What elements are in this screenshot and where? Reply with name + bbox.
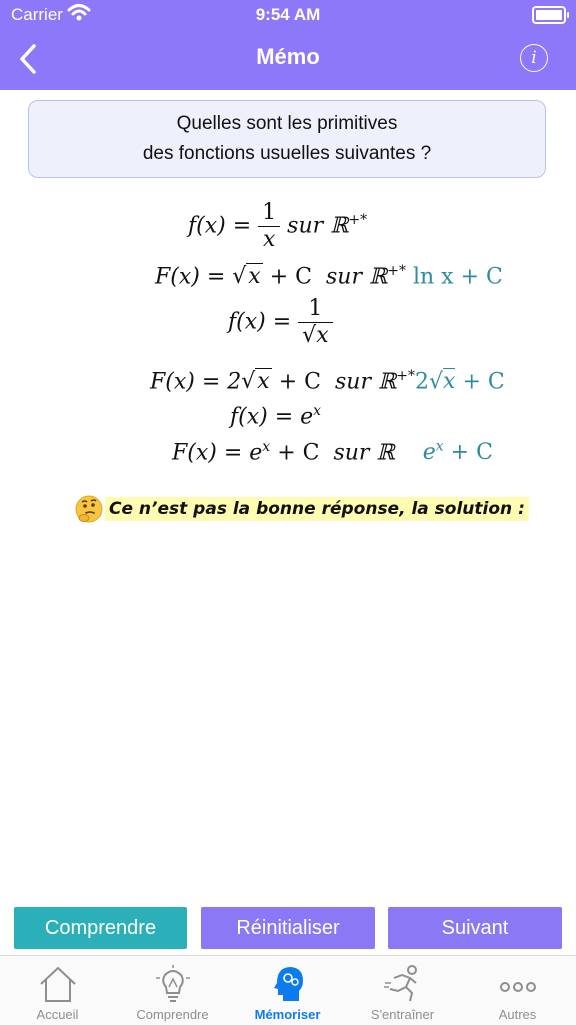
answer-F1: ln x + C xyxy=(412,264,503,290)
formula-F1-domain: sur ℝ xyxy=(325,264,388,290)
fraction-numerator: 1 xyxy=(262,200,277,225)
fraction: 1 x xyxy=(258,200,281,253)
formula-F3-lhs: F(x) = e xyxy=(172,440,263,466)
feedback-text: Ce n’est pas la bonne réponse, la soluti… xyxy=(105,497,529,521)
info-icon[interactable]: i xyxy=(520,44,548,72)
tab-accueil[interactable]: Accueil xyxy=(0,956,115,1025)
status-bar: Carrier 9:54 AM xyxy=(0,0,576,30)
comprendre-button[interactable]: Comprendre xyxy=(14,907,187,949)
sqrt-radicand: x xyxy=(255,368,272,395)
formula-f1-sup: +* xyxy=(348,212,368,229)
answer-F2: 2√x + C xyxy=(414,368,505,395)
fraction: 1 √x xyxy=(298,296,333,349)
formula-f3: f(x) = ex xyxy=(230,403,321,429)
tab-label: Accueil xyxy=(36,1007,79,1022)
tab-memoriser[interactable]: Mémoriser xyxy=(230,956,345,1025)
tab-comprendre[interactable]: Comprendre xyxy=(115,956,230,1025)
runner-icon xyxy=(384,965,417,1002)
answer-F3-sup: x xyxy=(435,439,444,455)
page-title: Mémo xyxy=(256,44,320,69)
formula-F2-lhs: F(x) = 2 xyxy=(150,369,242,395)
formula-f3-lhs: f(x) = e xyxy=(230,404,314,430)
fraction-denominator: x xyxy=(258,226,281,253)
brain-head-icon xyxy=(274,967,303,1001)
answer-F2-rest: + C xyxy=(462,369,505,395)
question-box: Quelles sont les primitives des fonction… xyxy=(28,100,546,178)
formula-F3-rest: + C xyxy=(277,440,320,466)
formula-f2-lhs: f(x) = xyxy=(228,309,292,335)
answer-F2-radicand: x xyxy=(443,368,456,395)
formula-f1-lhs: f(x) = xyxy=(188,213,252,239)
formula-F3: F(x) = ex + C sur ℝ ex + C xyxy=(172,439,493,465)
clock-time: 9:54 AM xyxy=(255,5,321,24)
lightbulb-icon xyxy=(156,965,190,1002)
app-header: Carrier 9:54 AM Mémo i xyxy=(0,0,576,90)
formula-F3-domain: sur ℝ xyxy=(333,440,395,466)
battery-icon xyxy=(532,6,569,24)
formula-F2-domain: sur ℝ xyxy=(334,369,397,395)
formula-F3-sup: x xyxy=(262,439,271,455)
formula-F1-sup: +* xyxy=(387,263,406,279)
formula-f1: f(x) = 1 x sur ℝ+* xyxy=(188,200,367,253)
answer-F3: ex + C xyxy=(422,439,493,466)
tab-label: Autres xyxy=(498,1007,537,1022)
sqrt-radicand: x xyxy=(316,323,329,348)
suivant-button[interactable]: Suivant xyxy=(388,907,562,949)
reinitialiser-button[interactable]: Réinitialiser xyxy=(201,907,375,949)
formula-f2: f(x) = 1 √x xyxy=(228,296,333,349)
answer-F3-base: e xyxy=(422,440,436,466)
home-icon xyxy=(40,967,76,1002)
answer-F3-rest: + C xyxy=(450,440,493,466)
sqrt-symbol: √x xyxy=(232,263,263,290)
tab-label: S'entraîner xyxy=(370,1007,435,1022)
formula-F2-sup: +* xyxy=(396,368,415,384)
formula-f1-domain: sur ℝ xyxy=(287,213,349,239)
formula-F1-lhs: F(x) = xyxy=(155,264,226,290)
formula-F1: F(x) = √x + C sur ℝ+* ln x + C xyxy=(155,263,503,290)
tab-bar: Accueil Comprendre Mémoriser S'entraîner… xyxy=(0,955,576,1025)
tab-autres[interactable]: Autres xyxy=(460,956,575,1025)
fraction-numerator: 1 xyxy=(308,296,323,321)
question-line-2: des fonctions usuelles suivantes ? xyxy=(142,143,432,164)
tab-label: Mémoriser xyxy=(254,1007,321,1022)
tab-sentrainer[interactable]: S'entraîner xyxy=(345,956,460,1025)
thinking-face-icon xyxy=(75,495,103,523)
sqrt-symbol: √x xyxy=(241,368,272,395)
answer-F2-prefix: 2 xyxy=(414,369,429,395)
sqrt-radicand: x xyxy=(246,263,263,290)
tab-label: Comprendre xyxy=(136,1007,209,1022)
formula-F2: F(x) = 2√x + C sur ℝ+*2√x + C xyxy=(150,368,505,395)
formula-F2-rest: + C xyxy=(278,369,321,395)
fraction-denominator: √x xyxy=(298,322,333,349)
formula-F1-rest: + C xyxy=(269,264,312,290)
formula-f3-sup: x xyxy=(313,403,322,419)
question-line-1: Quelles sont les primitives xyxy=(176,113,398,134)
more-dots-icon xyxy=(500,982,536,992)
nav-bar: Mémo i xyxy=(0,30,576,90)
